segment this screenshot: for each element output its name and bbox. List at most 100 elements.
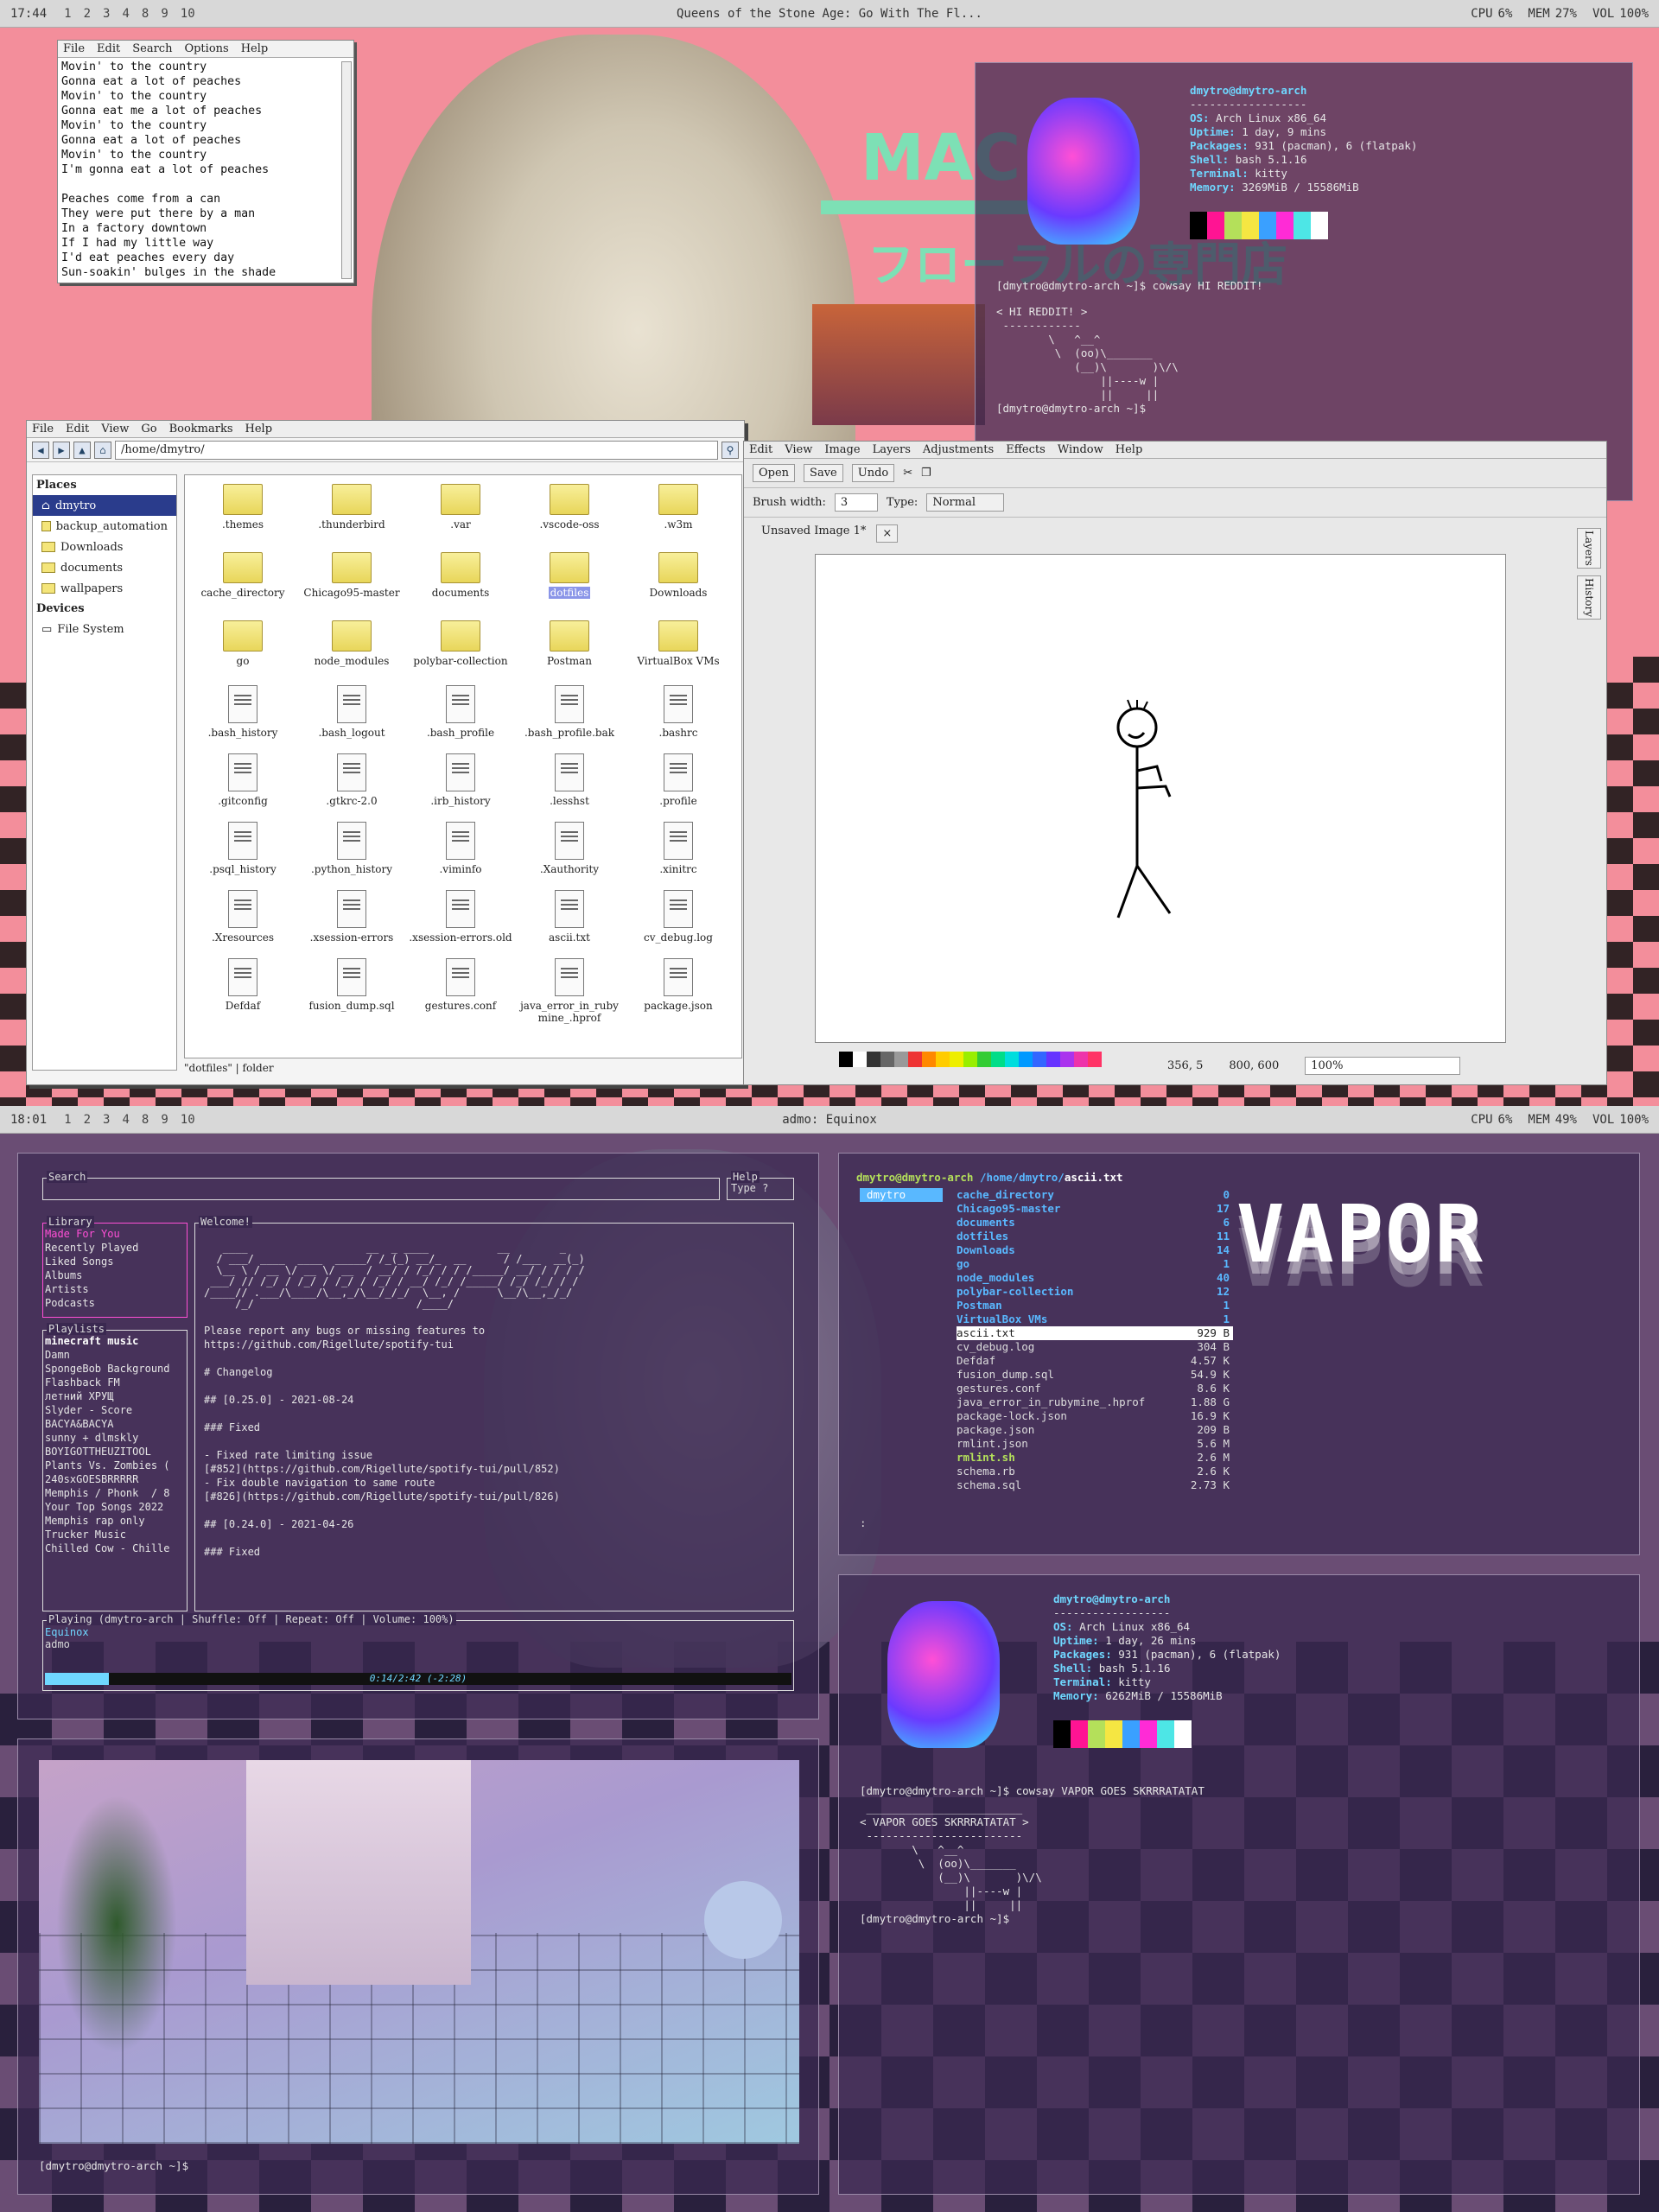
playlist-item[interactable]: Memphis rap only (45, 1515, 145, 1527)
address-bar[interactable]: /home/dmytro/ (115, 440, 718, 460)
file-item[interactable]: package.json (624, 957, 733, 1012)
brush-width-input[interactable]: 3 (834, 493, 878, 512)
ranger-dir-row[interactable]: Downloads 14 (957, 1243, 1233, 1257)
folder-item[interactable]: .w3m (624, 479, 733, 531)
file-item[interactable]: .bash_profile (406, 683, 515, 739)
tab-history[interactable]: History (1577, 575, 1601, 620)
folder-item[interactable]: Chicago95-master (297, 547, 406, 599)
tab-layers[interactable]: Layers (1577, 528, 1601, 569)
menu-file[interactable]: File (63, 42, 85, 55)
menu-go[interactable]: Go (141, 423, 156, 435)
menu-view[interactable]: View (785, 443, 812, 456)
ranger-file-row[interactable]: java_error_in_rubymine_.hprof 1.88 G (957, 1395, 1233, 1409)
workspace-9[interactable]: 9 (161, 1113, 168, 1127)
ranger-dir-row[interactable]: node_modules 40 (957, 1271, 1233, 1285)
shell-prompt[interactable]: [dmytro@dmytro-arch ~]$ (39, 2159, 188, 2173)
workspace-10[interactable]: 10 (181, 7, 195, 21)
file-item[interactable]: .xinitrc (624, 820, 733, 875)
menu-file[interactable]: File (32, 423, 54, 435)
file-item[interactable]: .xsession-errors (297, 888, 406, 944)
palette-color[interactable] (880, 1052, 894, 1067)
shell-prompt[interactable]: [dmytro@dmytro-arch ~]$ (860, 1912, 1009, 1926)
ranger-file-row[interactable]: package-lock.json 16.9 K (957, 1409, 1233, 1423)
menu-window[interactable]: Window (1058, 443, 1103, 456)
shell-prompt[interactable]: [dmytro@dmytro-arch ~]$ (996, 402, 1146, 416)
search-input[interactable]: Search (42, 1171, 720, 1200)
vol-value[interactable]: 100% (1619, 7, 1649, 21)
library-podcasts[interactable]: Podcasts (45, 1297, 95, 1309)
ranger-dir-row[interactable]: Chicago95-master 17 (957, 1202, 1233, 1216)
file-item[interactable]: .psql_history (188, 820, 297, 875)
ranger-file-row[interactable]: package.json 209 B (957, 1423, 1233, 1437)
folder-item[interactable]: dotfiles (515, 547, 624, 599)
progress-bar[interactable]: 0:14/2:42 (-2:28) (45, 1673, 791, 1685)
ranger-file-row[interactable]: schema.rb 2.6 K (957, 1465, 1233, 1478)
ranger-file-row[interactable]: cv_debug.log 304 B (957, 1340, 1233, 1354)
place-documents[interactable]: documents (33, 557, 176, 578)
folder-item[interactable]: documents (406, 547, 515, 599)
playlist-item[interactable]: Damn (45, 1349, 70, 1361)
ranger-dir-row[interactable]: VirtualBox VMs 1 (957, 1313, 1233, 1326)
playlist-item[interactable]: minecraft music (45, 1335, 138, 1347)
palette-color[interactable] (1005, 1052, 1019, 1067)
file-item[interactable]: .bash_history (188, 683, 297, 739)
file-item[interactable]: cv_debug.log (624, 888, 733, 944)
library-liked-songs[interactable]: Liked Songs (45, 1255, 113, 1268)
folder-item[interactable]: polybar-collection (406, 615, 515, 667)
workspace-1[interactable]: 1 (64, 1113, 71, 1127)
editor-text-area[interactable]: Movin' to the country Gonna eat a lot of… (58, 58, 353, 282)
playlist-item[interactable]: BACYA&BACYA (45, 1418, 113, 1430)
menu-image[interactable]: Image (824, 443, 860, 456)
up-icon[interactable]: ▲ (73, 441, 91, 459)
palette-color[interactable] (922, 1052, 936, 1067)
playlist-item[interactable]: Your Top Songs 2022 (45, 1501, 163, 1513)
palette-color[interactable] (936, 1052, 950, 1067)
file-item[interactable]: .bash_profile.bak (515, 683, 624, 739)
workspace-1[interactable]: 1 (64, 7, 71, 21)
workspace-2[interactable]: 2 (84, 1113, 91, 1127)
file-item[interactable]: .python_history (297, 820, 406, 875)
playlist-item[interactable]: Memphis / Phonk / 8 (45, 1487, 170, 1499)
file-item[interactable]: .xsession-errors.old (406, 888, 515, 944)
palette-color[interactable] (1046, 1052, 1060, 1067)
place-wallpapers[interactable]: wallpapers (33, 578, 176, 599)
vol-value[interactable]: 100% (1619, 1113, 1649, 1127)
menu-options[interactable]: Options (184, 42, 228, 55)
library-recently-played[interactable]: Recently Played (45, 1242, 138, 1254)
palette-color[interactable] (853, 1052, 867, 1067)
ranger-file-row[interactable]: fusion_dump.sql 54.9 K (957, 1368, 1233, 1382)
file-item[interactable]: .Xauthority (515, 820, 624, 875)
palette-color[interactable] (950, 1052, 963, 1067)
menu-help[interactable]: Help (245, 423, 273, 435)
undo-button[interactable]: Undo (851, 464, 895, 482)
file-item[interactable]: fusion_dump.sql (297, 957, 406, 1012)
folder-item[interactable]: .vscode-oss (515, 479, 624, 531)
menu-search[interactable]: Search (132, 42, 172, 55)
file-item[interactable]: .Xresources (188, 888, 297, 944)
file-item[interactable]: Defdaf (188, 957, 297, 1012)
image-tab[interactable]: Unsaved Image 1* × (761, 524, 899, 543)
playlist-item[interactable]: BOYIGOTTHEUZITOOL (45, 1446, 151, 1458)
palette-color[interactable] (963, 1052, 977, 1067)
file-item[interactable]: gestures.conf (406, 957, 515, 1012)
playlist-item[interactable]: SpongeBob Background (45, 1363, 170, 1375)
file-item[interactable]: .lesshst (515, 752, 624, 807)
ranger-file-row[interactable]: schema.sql 2.73 K (957, 1478, 1233, 1492)
library-artists[interactable]: Artists (45, 1283, 89, 1295)
palette-color[interactable] (839, 1052, 853, 1067)
zoom-input[interactable]: 100% (1305, 1057, 1461, 1075)
terminal-neofetch-bottom[interactable]: dmytro@dmytro-arch ------------------ OS… (838, 1574, 1640, 2195)
library-made-for-you[interactable]: Made For You (45, 1228, 120, 1240)
menu-layers[interactable]: Layers (873, 443, 911, 456)
playlist-item[interactable]: Chilled Cow - Chille (45, 1542, 170, 1554)
ranger-dir-row[interactable]: go 1 (957, 1257, 1233, 1271)
ranger-file-row[interactable]: ascii.txt 929 B (957, 1326, 1233, 1340)
forward-icon[interactable]: ▶ (53, 441, 70, 459)
ranger-file-row[interactable]: rmlint.json 5.6 M (957, 1437, 1233, 1451)
folder-item[interactable]: .var (406, 479, 515, 531)
library-albums[interactable]: Albums (45, 1269, 82, 1281)
file-item[interactable]: .bash_logout (297, 683, 406, 739)
drawing-canvas[interactable] (815, 554, 1506, 1043)
terminal-neofetch-top[interactable]: dmytro@dmytro-arch ------------------ OS… (975, 62, 1633, 501)
file-item[interactable]: .gitconfig (188, 752, 297, 807)
